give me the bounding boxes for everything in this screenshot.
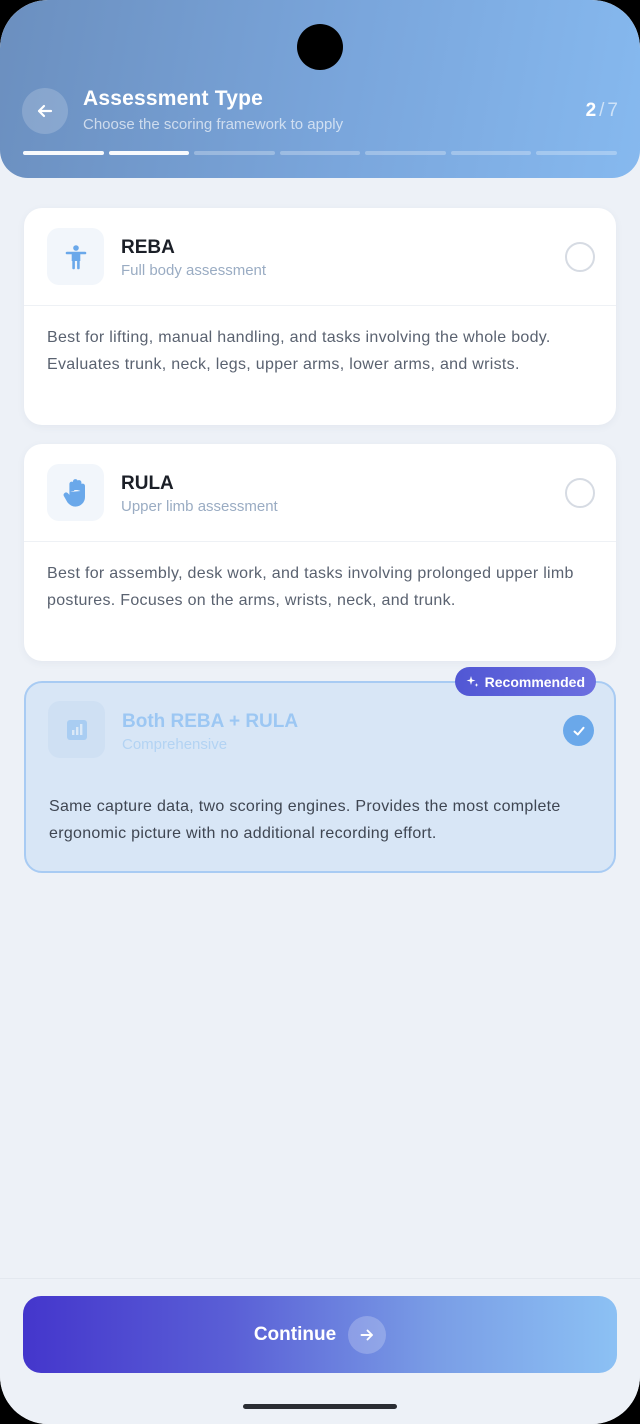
option-description: Best for assembly, desk work, and tasks …	[47, 565, 574, 609]
progress-segment	[194, 151, 275, 155]
radio-button[interactable]	[565, 242, 595, 272]
page-title: Assessment Type	[83, 87, 264, 110]
progress-segment	[108, 151, 190, 155]
selected-check[interactable]	[563, 715, 594, 746]
option-description: Same capture data, two scoring engines. …	[49, 798, 561, 842]
person-standing-icon	[65, 244, 86, 269]
progress-segment	[23, 151, 104, 155]
arrow-right-icon	[360, 1329, 374, 1340]
bar-chart-icon	[66, 719, 87, 740]
arrow-left-icon	[37, 104, 53, 118]
step-separator: /	[599, 100, 605, 121]
radio-button[interactable]	[565, 478, 595, 508]
option-name: RULA	[121, 473, 174, 494]
option-header: Both REBA + RULA Comprehensive	[26, 683, 614, 779]
option-icon-box	[48, 701, 105, 758]
check-icon	[573, 726, 584, 735]
option-subtitle: Comprehensive	[122, 736, 228, 753]
option-header: RULA Upper limb assessment	[24, 444, 616, 542]
option-description: Best for lifting, manual handling, and t…	[47, 329, 551, 373]
header: Assessment Type Choose the scoring frame…	[0, 0, 640, 178]
progress-segment	[536, 151, 618, 155]
camera-cutout	[297, 24, 343, 70]
page-subtitle: Choose the scoring framework to apply	[83, 116, 344, 133]
progress-segment	[450, 151, 532, 155]
option-name: REBA	[121, 237, 175, 258]
option-name: Both REBA + RULA	[122, 711, 299, 732]
option-card-rula[interactable]: RULA Upper limb assessment Best for asse…	[24, 444, 616, 661]
continue-label: Continue	[253, 1323, 337, 1345]
app-screen: Assessment Type Choose the scoring frame…	[0, 0, 640, 1424]
step-counter: 2/7	[586, 100, 618, 122]
home-indicator	[243, 1404, 397, 1409]
back-button[interactable]	[22, 88, 68, 134]
option-subtitle: Upper limb assessment	[121, 498, 278, 515]
option-subtitle: Full body assessment	[121, 262, 267, 279]
step-current: 2	[585, 100, 597, 121]
option-icon-box	[47, 464, 104, 521]
option-header: REBA Full body assessment	[24, 208, 616, 306]
arrow-circle	[348, 1315, 387, 1354]
progress-segment	[279, 151, 361, 155]
progress-bar	[23, 151, 618, 155]
option-card-reba[interactable]: REBA Full body assessment Best for lifti…	[24, 208, 616, 425]
hand-icon	[63, 478, 85, 507]
option-icon-box	[47, 228, 104, 285]
option-card-both[interactable]: Recommended Both REBA + RULA Comprehensi…	[24, 667, 616, 873]
continue-button[interactable]: Continue	[23, 1296, 617, 1373]
progress-segment	[365, 151, 446, 155]
step-total: 7	[607, 100, 618, 121]
